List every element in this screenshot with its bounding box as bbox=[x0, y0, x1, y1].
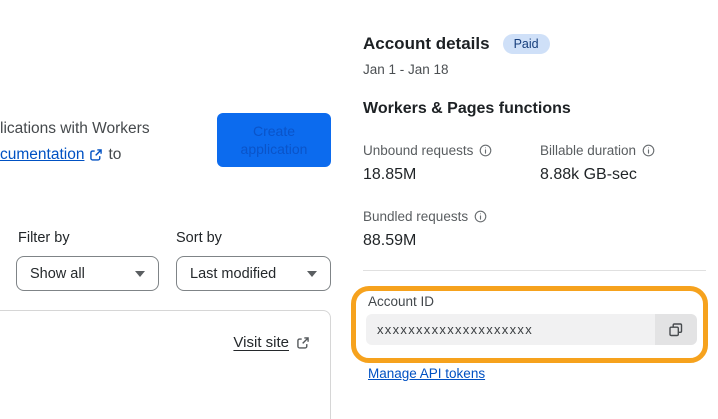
account-id-group bbox=[366, 314, 697, 345]
stat-value: 88.59M bbox=[363, 232, 417, 249]
stat-label-text: Unbound requests bbox=[363, 143, 474, 158]
manage-api-tokens-link[interactable]: Manage API tokens bbox=[368, 366, 485, 381]
stat-label: Billable duration bbox=[540, 143, 715, 158]
copy-button[interactable] bbox=[655, 314, 697, 345]
stat-bundled-requests: Bundled requests 88.59M bbox=[363, 209, 538, 250]
visit-site-link[interactable]: Visit site bbox=[233, 334, 310, 351]
sort-dropdown[interactable]: Last modified bbox=[176, 256, 331, 291]
intro-line-1: lications with Workers bbox=[0, 116, 150, 142]
project-card: Visit site bbox=[0, 310, 331, 419]
account-details-title: Account details bbox=[363, 34, 490, 53]
documentation-link[interactable]: cumentation bbox=[0, 142, 84, 168]
info-icon[interactable] bbox=[642, 144, 655, 157]
chevron-down-icon bbox=[307, 270, 317, 277]
date-range: Jan 1 - Jan 18 bbox=[363, 62, 449, 77]
account-id-label: Account ID bbox=[368, 294, 435, 309]
sort-by-label: Sort by bbox=[176, 230, 222, 246]
create-application-button[interactable]: Create application bbox=[217, 113, 331, 167]
stat-label: Unbound requests bbox=[363, 143, 538, 158]
info-icon[interactable] bbox=[479, 144, 492, 157]
account-details-header: Account details Paid bbox=[363, 34, 550, 54]
stat-label: Bundled requests bbox=[363, 209, 538, 224]
intro-line-2-text: to bbox=[108, 146, 122, 163]
divider bbox=[363, 270, 706, 271]
external-link-icon bbox=[296, 336, 310, 350]
stat-label-text: Bundled requests bbox=[363, 209, 469, 224]
intro-line-2: cumentation to bbox=[0, 142, 150, 168]
stat-label-text: Billable duration bbox=[540, 143, 637, 158]
chevron-down-icon bbox=[135, 270, 145, 277]
stat-value: 8.88k GB-sec bbox=[540, 166, 637, 183]
external-link-icon bbox=[89, 148, 103, 162]
info-icon[interactable] bbox=[474, 210, 487, 223]
account-id-input[interactable] bbox=[366, 314, 655, 345]
intro-line-1-text: lications with Workers bbox=[0, 120, 150, 137]
intro-text: lications with Workers cumentation to bbox=[0, 116, 150, 168]
filter-dropdown[interactable]: Show all bbox=[16, 256, 159, 291]
sort-dropdown-value: Last modified bbox=[190, 265, 277, 282]
visit-site-label: Visit site bbox=[233, 334, 289, 351]
filter-dropdown-value: Show all bbox=[30, 265, 85, 282]
stat-value: 18.85M bbox=[363, 166, 417, 183]
filter-by-label: Filter by bbox=[18, 230, 70, 246]
workers-pages-dashboard: lications with Workers cumentation to Cr… bbox=[0, 0, 718, 419]
copy-icon bbox=[668, 322, 684, 338]
functions-section-title: Workers & Pages functions bbox=[363, 100, 571, 117]
stat-unbound-requests: Unbound requests 18.85M bbox=[363, 143, 538, 184]
stat-billable-duration: Billable duration 8.88k GB-sec bbox=[540, 143, 715, 184]
plan-badge: Paid bbox=[502, 34, 550, 54]
